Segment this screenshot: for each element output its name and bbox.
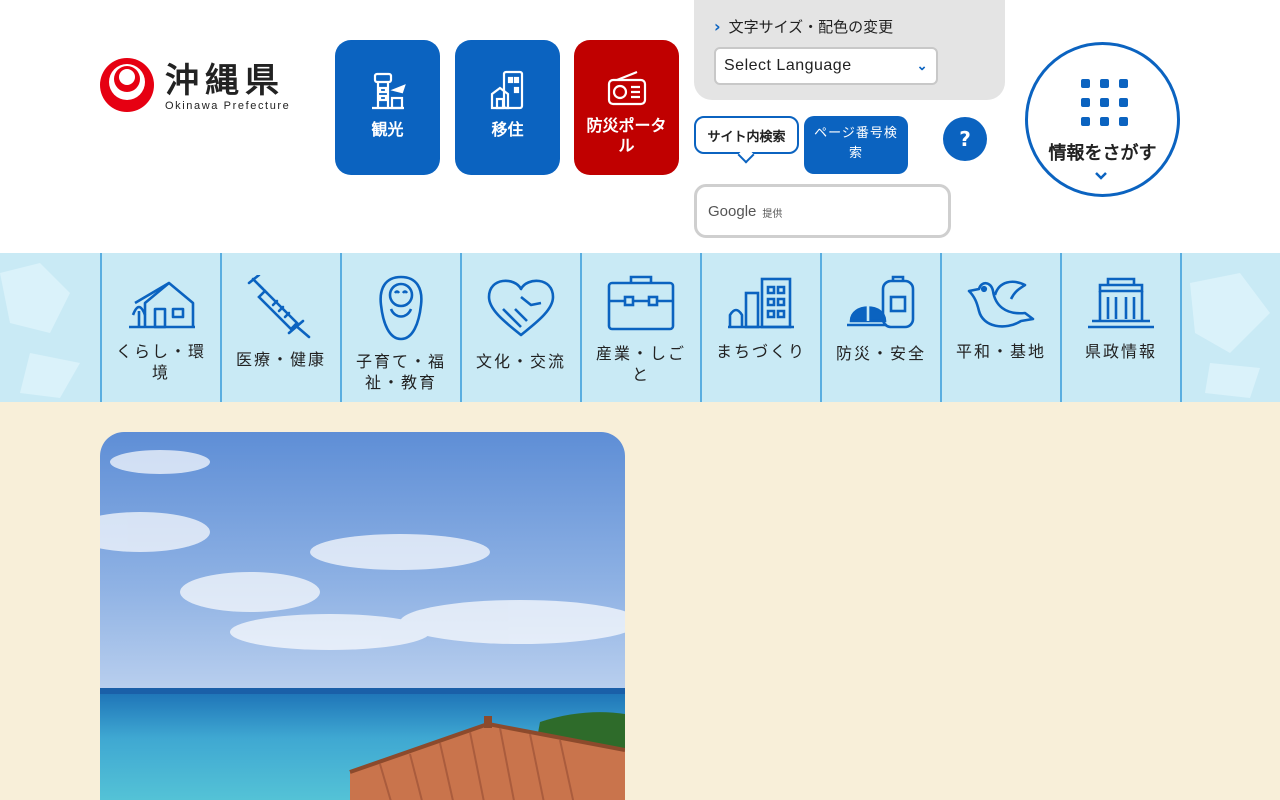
nav-item-label: 防災・安全 [835, 344, 926, 363]
find-info-button[interactable]: 情報をさがす [1025, 42, 1180, 197]
nav-item-medical-health[interactable]: 医療・健康 [222, 253, 342, 402]
utility-panel: › 文字サイズ・配色の変更 Select Language ⌄ [694, 0, 1005, 100]
nav-item-label: 平和・基地 [955, 342, 1046, 361]
nav-item-disaster-safety[interactable]: 防災・安全 [822, 253, 942, 402]
nav-item-label: まちづくり [715, 342, 806, 361]
helmet-backpack-icon [847, 275, 915, 329]
text-size-color-link[interactable]: › 文字サイズ・配色の変更 [714, 16, 893, 37]
nav-item-label: 子育て・福祉・教育 [355, 352, 446, 392]
baby-icon [379, 275, 423, 341]
dove-icon [967, 280, 1035, 328]
nav-item-prefectural-government[interactable]: 県政情報 [1062, 253, 1182, 402]
relocation-button[interactable]: 移住 [455, 40, 560, 175]
search-provider-brand: Google [708, 202, 757, 220]
grid-dots-icon [1081, 79, 1128, 126]
chevron-right-icon: › [714, 17, 721, 36]
nav-item-label: 県政情報 [1084, 342, 1157, 361]
prefecture-emblem-icon [100, 58, 154, 112]
category-nav: くらし・環境 医療・健康 子育て・福祉・教育 文化・交流 産業・しごと まちづく… [0, 253, 1280, 402]
hero-image [100, 432, 625, 800]
site-header: 沖縄県 Okinawa Prefecture 観光 移住 防災ポータル › 文字… [0, 0, 1280, 253]
nav-item-label: 文化・交流 [475, 352, 566, 371]
search-help-button[interactable]: ? [943, 117, 987, 161]
government-building-icon [1088, 277, 1154, 329]
airport-tower-icon [371, 72, 406, 110]
nav-item-industry-work[interactable]: 産業・しごと [582, 253, 702, 402]
city-icon [728, 277, 794, 329]
category-nav-list: くらし・環境 医療・健康 子育て・福祉・教育 文化・交流 産業・しごと まちづく… [100, 253, 1182, 402]
disaster-portal-button-label: 防災ポータル [586, 116, 667, 155]
heart-handshake-icon [487, 279, 555, 337]
nav-item-culture-exchange[interactable]: 文化・交流 [462, 253, 582, 402]
search-provider-suffix: 提供 [762, 208, 783, 220]
house-icon [129, 281, 195, 329]
language-select-value: Select Language [724, 57, 852, 74]
nav-item-town-development[interactable]: まちづくり [702, 253, 822, 402]
search-input[interactable]: Google 提供 [694, 184, 951, 238]
site-logo[interactable]: 沖縄県 Okinawa Prefecture [99, 55, 309, 117]
tourism-button-label: 観光 [371, 120, 404, 139]
nav-item-peace-bases[interactable]: 平和・基地 [942, 253, 1062, 402]
nav-item-label: 産業・しごと [595, 344, 686, 384]
tab-page-number-search[interactable]: ページ番号検索 [804, 116, 908, 174]
tab-site-search[interactable]: サイト内検索 [694, 116, 799, 154]
chevron-down-icon: ⌄ [916, 58, 928, 73]
briefcase-icon [607, 275, 675, 331]
tourism-button[interactable]: 観光 [335, 40, 440, 175]
nav-item-childcare-welfare-education[interactable]: 子育て・福祉・教育 [342, 253, 462, 402]
syringe-icon [247, 275, 311, 339]
language-select[interactable]: Select Language ⌄ [714, 47, 938, 85]
relocation-button-label: 移住 [491, 120, 524, 139]
logo-name-en: Okinawa Prefecture [165, 100, 291, 112]
radio-icon [607, 70, 646, 106]
text-size-color-label: 文字サイズ・配色の変更 [728, 18, 894, 36]
find-info-label: 情報をさがす [1048, 143, 1157, 164]
chevron-down-icon [1095, 172, 1107, 180]
logo-name-ja: 沖縄県 [165, 61, 285, 101]
disaster-portal-button[interactable]: 防災ポータル [574, 40, 679, 175]
buildings-icon [490, 70, 523, 110]
beach-pavilion-photo [100, 432, 625, 800]
nav-item-label: 医療・健康 [235, 350, 326, 369]
nav-item-label: くらし・環境 [115, 342, 206, 382]
nav-item-living-environment[interactable]: くらし・環境 [102, 253, 222, 402]
